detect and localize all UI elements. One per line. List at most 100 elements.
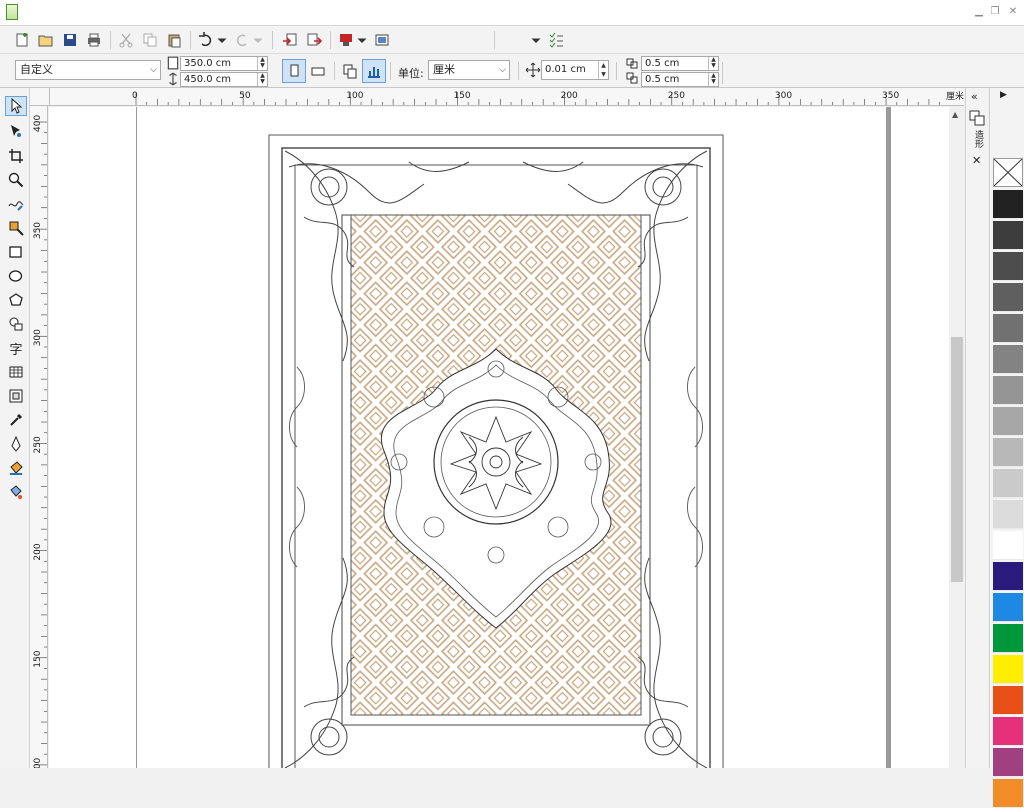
standard-toolbar: 8%⌵ 贴齐 [0, 26, 1024, 76]
current-page-button[interactable] [362, 59, 386, 83]
units-label: 单位: [398, 67, 424, 80]
redo-dropdown-icon[interactable] [252, 30, 264, 50]
landscape-button[interactable] [306, 59, 330, 83]
palette-swatch[interactable] [993, 345, 1023, 374]
new-document-icon[interactable] [12, 30, 32, 50]
table-tool-icon[interactable] [5, 362, 27, 382]
nudge-distance-field[interactable]: 0.01 cm ▲ ▼ [541, 60, 609, 80]
rectangle-tool-icon[interactable] [5, 242, 27, 262]
eyedropper-tool-icon[interactable] [5, 410, 27, 430]
ruler-corner[interactable] [30, 88, 50, 106]
ruler-label: 0 [132, 91, 138, 101]
paste-icon[interactable] [164, 30, 184, 50]
palette-swatch[interactable] [993, 283, 1023, 312]
open-icon[interactable] [36, 30, 56, 50]
zoom-tool-icon[interactable] [5, 170, 27, 190]
ruler-unit-label: 厘米 [946, 89, 964, 102]
duplicate-y-icon [624, 71, 642, 86]
vertical-ruler[interactable]: 400 350 300 250 200 150 100 [30, 106, 48, 768]
palette-swatch[interactable] [993, 624, 1023, 653]
interactive-fill-tool-icon[interactable] [5, 458, 27, 478]
basic-shapes-tool-icon[interactable] [5, 314, 27, 334]
palette-swatch[interactable] [993, 252, 1023, 281]
docker-tab-label[interactable]: 造形 [971, 130, 983, 148]
units-dropdown[interactable]: 厘米 ⌵ [428, 60, 510, 80]
smart-fill-tool-icon[interactable] [5, 218, 27, 238]
palette-swatch[interactable] [993, 500, 1023, 529]
duplicate-y-value: 0.5 cm [645, 74, 680, 85]
shape-tool-icon[interactable] [5, 121, 27, 141]
palette-scroll-up-icon[interactable]: ▶ [1000, 90, 1007, 100]
snap-dropdown-icon[interactable] [530, 30, 542, 50]
ruler-label: 300 [775, 91, 792, 101]
palette-swatch[interactable] [993, 748, 1023, 777]
palette-swatch[interactable] [993, 593, 1023, 622]
publish-pdf-icon[interactable] [336, 30, 356, 50]
palette-swatch[interactable] [993, 438, 1023, 467]
minimize-icon[interactable]: ▁ [972, 5, 986, 19]
ellipse-tool-icon[interactable] [5, 266, 27, 286]
vertical-scrollbar[interactable]: ▲ [949, 107, 965, 768]
ruler-label: 200 [561, 91, 578, 101]
ruler-label: 400 [33, 115, 43, 132]
copy-icon[interactable] [140, 30, 160, 50]
nudge-distance-value: 0.01 cm [545, 64, 586, 75]
duplicate-x-field[interactable]: 0.5 cm ▲ ▼ [641, 56, 719, 71]
page-height-field[interactable]: 450.0 cm ▲ ▼ [180, 72, 268, 87]
undo-dropdown-icon[interactable] [216, 30, 228, 50]
options-icon[interactable] [546, 30, 566, 50]
portrait-button[interactable] [282, 59, 306, 83]
pick-tool-icon[interactable] [5, 96, 27, 116]
palette-swatch[interactable] [993, 686, 1023, 715]
ruler-label: 350 [882, 91, 899, 101]
ruler-label: 100 [346, 91, 363, 101]
palette-swatch[interactable] [993, 190, 1023, 219]
palette-swatch[interactable] [993, 531, 1023, 560]
palette-swatch[interactable] [993, 655, 1023, 684]
polygon-tool-icon[interactable] [5, 290, 27, 310]
vertical-scroll-thumb[interactable] [951, 337, 963, 582]
undo-icon[interactable] [196, 30, 216, 50]
close-icon[interactable]: ✕ [1006, 5, 1020, 19]
import-icon[interactable] [280, 30, 300, 50]
drawing-canvas[interactable] [49, 107, 949, 768]
publish-dropdown-icon[interactable] [356, 30, 368, 50]
ruler-label: 350 [33, 222, 43, 239]
no-color-swatch[interactable] [993, 158, 1023, 187]
palette-swatch[interactable] [993, 469, 1023, 498]
export-icon[interactable] [304, 30, 324, 50]
page-preset-dropdown[interactable]: 自定义 ⌵ [15, 60, 161, 80]
page-width-field[interactable]: 350.0 cm ▲ ▼ [180, 56, 268, 71]
close-docker-icon[interactable]: ✕ [972, 154, 981, 167]
shaping-docker-icon[interactable] [969, 110, 985, 126]
scroll-up-icon[interactable]: ▲ [952, 110, 958, 119]
smart-fill-bucket-icon[interactable] [5, 482, 27, 502]
palette-swatch[interactable] [993, 221, 1023, 250]
duplicate-y-field[interactable]: 0.5 cm ▲ ▼ [641, 72, 719, 87]
parallel-dimension-tool-icon[interactable] [5, 386, 27, 406]
restore-icon[interactable]: ❐ [988, 5, 1002, 19]
crop-tool-icon[interactable] [5, 146, 27, 166]
palette-swatch[interactable] [993, 407, 1023, 436]
palette-swatch[interactable] [993, 376, 1023, 405]
carpet-design[interactable] [49, 107, 949, 768]
print-icon[interactable] [84, 30, 104, 50]
ruler-label: 200 [33, 543, 43, 560]
freehand-tool-icon[interactable] [5, 194, 27, 214]
page-width-value: 350.0 cm [184, 58, 232, 69]
horizontal-ruler[interactable]: 0 50 100 150 200 250 300 350 厘米 [50, 88, 964, 106]
docker-panel: « 造形 ✕ [965, 88, 988, 768]
collapse-docker-icon[interactable]: « [971, 90, 978, 103]
all-pages-button[interactable] [338, 59, 362, 83]
outline-pen-tool-icon[interactable] [5, 434, 27, 454]
ruler-label: 150 [453, 91, 470, 101]
palette-swatch[interactable] [993, 562, 1023, 591]
redo-icon[interactable] [232, 30, 252, 50]
palette-swatch[interactable] [993, 717, 1023, 746]
cut-icon[interactable] [116, 30, 136, 50]
full-screen-preview-icon[interactable] [372, 30, 392, 50]
palette-swatch[interactable] [993, 314, 1023, 343]
text-tool-icon[interactable]: 字 [5, 338, 27, 358]
palette-swatch[interactable] [993, 779, 1023, 808]
save-icon[interactable] [60, 30, 80, 50]
